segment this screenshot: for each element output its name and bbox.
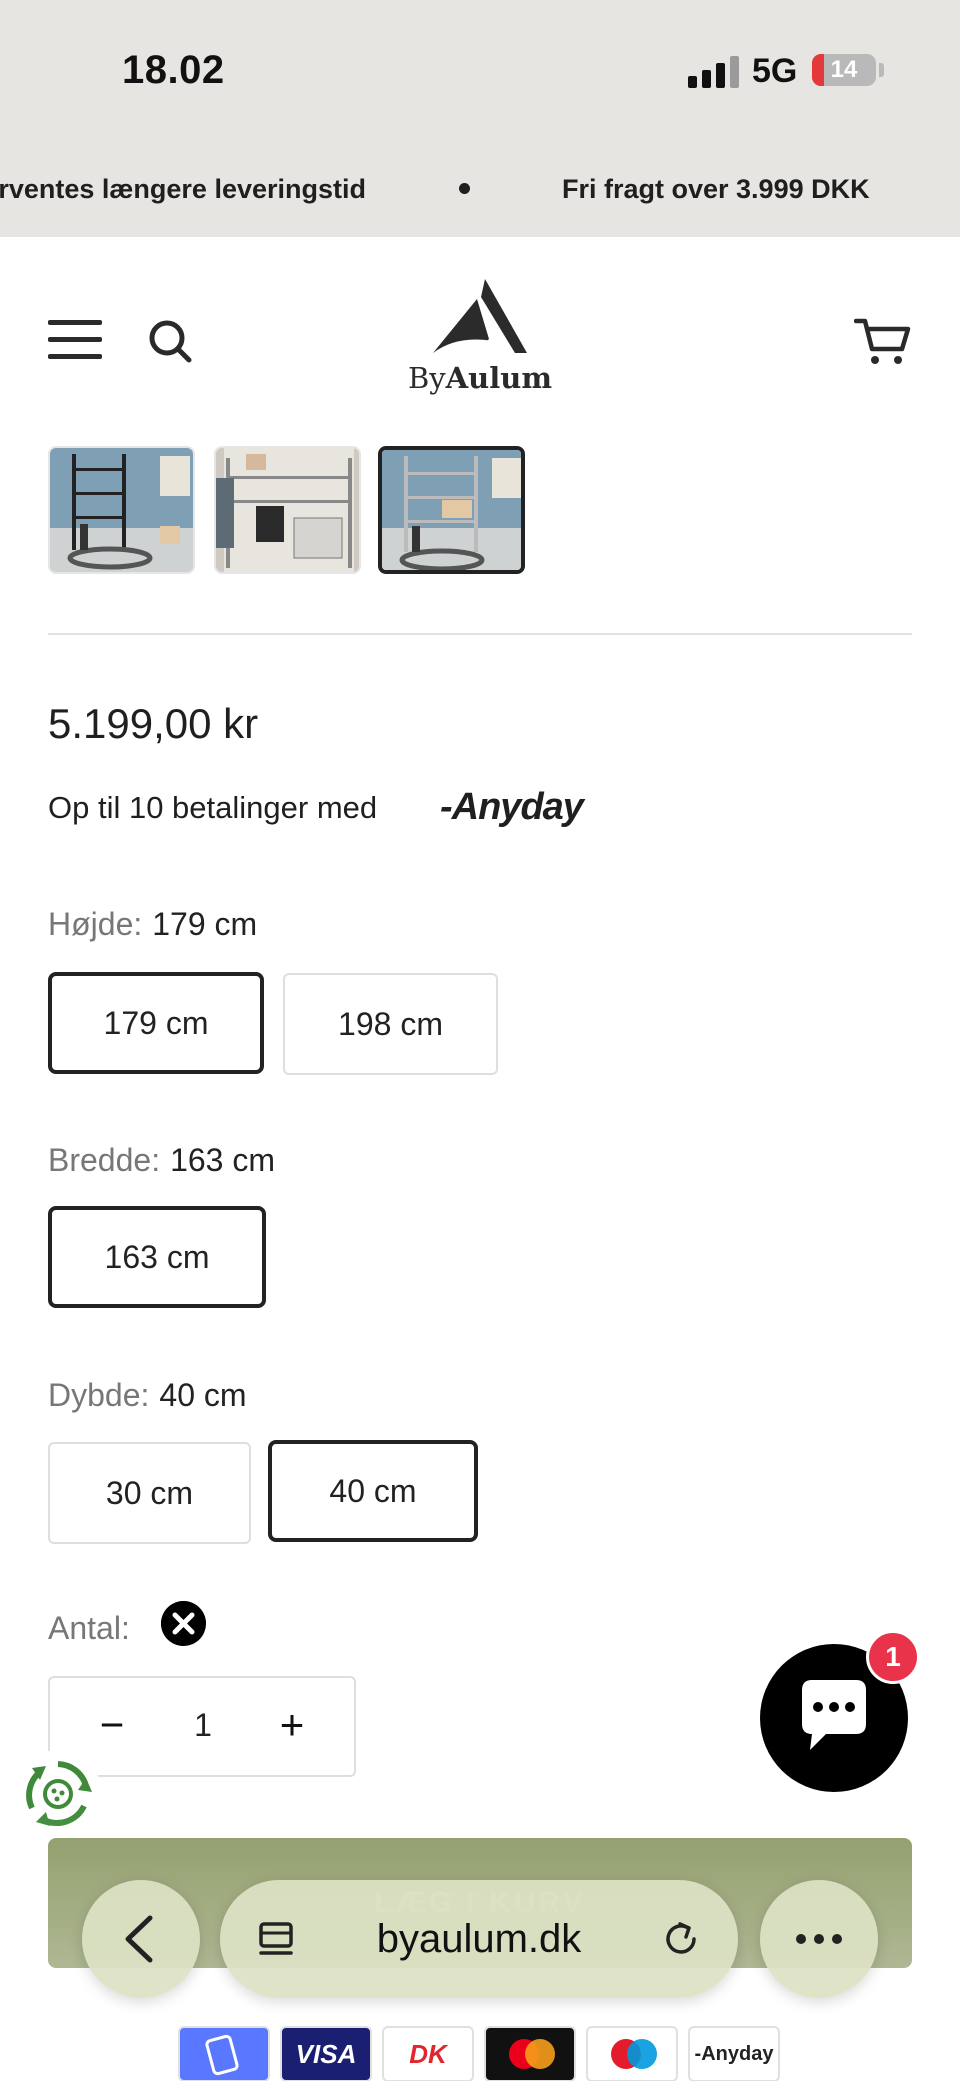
logo-name: Aulum — [445, 361, 553, 395]
height-option-198[interactable]: 198 cm — [283, 973, 498, 1075]
installments-text: Op til 10 betalinger med — [48, 790, 378, 825]
anyday-payment-icon: -Anyday — [688, 2026, 780, 2081]
height-option-label: Højde: 179 cm — [48, 906, 257, 943]
width-selected-value: 163 cm — [170, 1142, 276, 1178]
battery-level: 14 — [830, 56, 858, 83]
height-option-179[interactable]: 179 cm — [48, 972, 264, 1074]
depth-option-30[interactable]: 30 cm — [48, 1442, 251, 1544]
recycle-badge-icon[interactable] — [14, 1750, 102, 1838]
quantity-label: Antal: — [48, 1610, 130, 1646]
logo-mark-icon — [433, 279, 527, 353]
dankort-icon: DK — [382, 2026, 474, 2081]
width-label: Bredde: — [48, 1142, 161, 1178]
anyday-logo[interactable]: -Anyday — [440, 786, 584, 829]
depth-selected-value: 40 cm — [159, 1377, 247, 1413]
close-icon[interactable] — [161, 1601, 206, 1646]
height-label: Højde: — [48, 906, 143, 942]
chevron-left-icon — [125, 1915, 153, 1963]
status-bar: 18.02 5G 14 — [0, 0, 960, 140]
quantity-decrease-button[interactable]: − — [90, 1690, 134, 1760]
announcement-bar: rventes længere leveringstid Fri fragt o… — [0, 140, 960, 237]
depth-option-label: Dybde: 40 cm — [48, 1377, 247, 1414]
product-thumbnail-1[interactable] — [48, 446, 195, 574]
mastercard-icon — [484, 2026, 576, 2081]
visa-icon: VISA — [280, 2026, 372, 2081]
reload-icon[interactable] — [658, 1916, 704, 1962]
battery-icon: 14 — [812, 54, 876, 86]
product-thumbnail-2[interactable] — [214, 446, 361, 574]
search-icon[interactable] — [146, 317, 194, 365]
browser-more-button[interactable] — [760, 1880, 878, 1998]
logo-by: By — [407, 361, 446, 395]
quantity-input[interactable] — [170, 1690, 236, 1760]
menu-icon[interactable] — [48, 320, 104, 360]
announcement-free-shipping-text: Fri fragt over 3.999 DKK — [562, 174, 870, 204]
browser-back-button[interactable] — [82, 1880, 200, 1998]
product-price: 5.199,00 kr — [48, 700, 259, 747]
visa-label: VISA — [295, 2039, 357, 2069]
anyday-payment-label: -Anyday — [694, 2043, 774, 2065]
battery-tip — [879, 63, 884, 77]
width-option-label: Bredde: 163 cm — [48, 1142, 275, 1179]
maestro-icon — [586, 2026, 678, 2081]
product-thumbnail-3[interactable] — [378, 446, 525, 574]
cart-icon[interactable] — [854, 315, 912, 367]
depth-option-40[interactable]: 40 cm — [268, 1440, 478, 1542]
logo-wordmark: ByAulum — [405, 361, 555, 395]
mobilepay-icon — [178, 2026, 270, 2081]
network-type: 5G — [752, 52, 798, 90]
section-divider — [48, 633, 912, 635]
height-selected-value: 179 cm — [152, 906, 258, 942]
quantity-increase-button[interactable]: + — [270, 1690, 314, 1760]
cellular-signal-icon — [688, 56, 739, 88]
announcement-delivery-text: rventes længere leveringstid — [0, 174, 366, 204]
width-option-163[interactable]: 163 cm — [48, 1206, 266, 1308]
dankort-label: DK — [409, 2039, 447, 2069]
chat-notification-badge: 1 — [866, 1630, 920, 1684]
byaulum-logo[interactable]: ByAulum — [405, 279, 555, 409]
browser-address-bar[interactable]: byaulum.dk — [220, 1880, 738, 1998]
announcement-separator — [459, 183, 470, 194]
site-header: ByAulum — [0, 237, 960, 445]
depth-label: Dybde: — [48, 1377, 150, 1413]
ellipsis-icon — [796, 1934, 842, 1944]
status-time: 18.02 — [122, 48, 225, 92]
